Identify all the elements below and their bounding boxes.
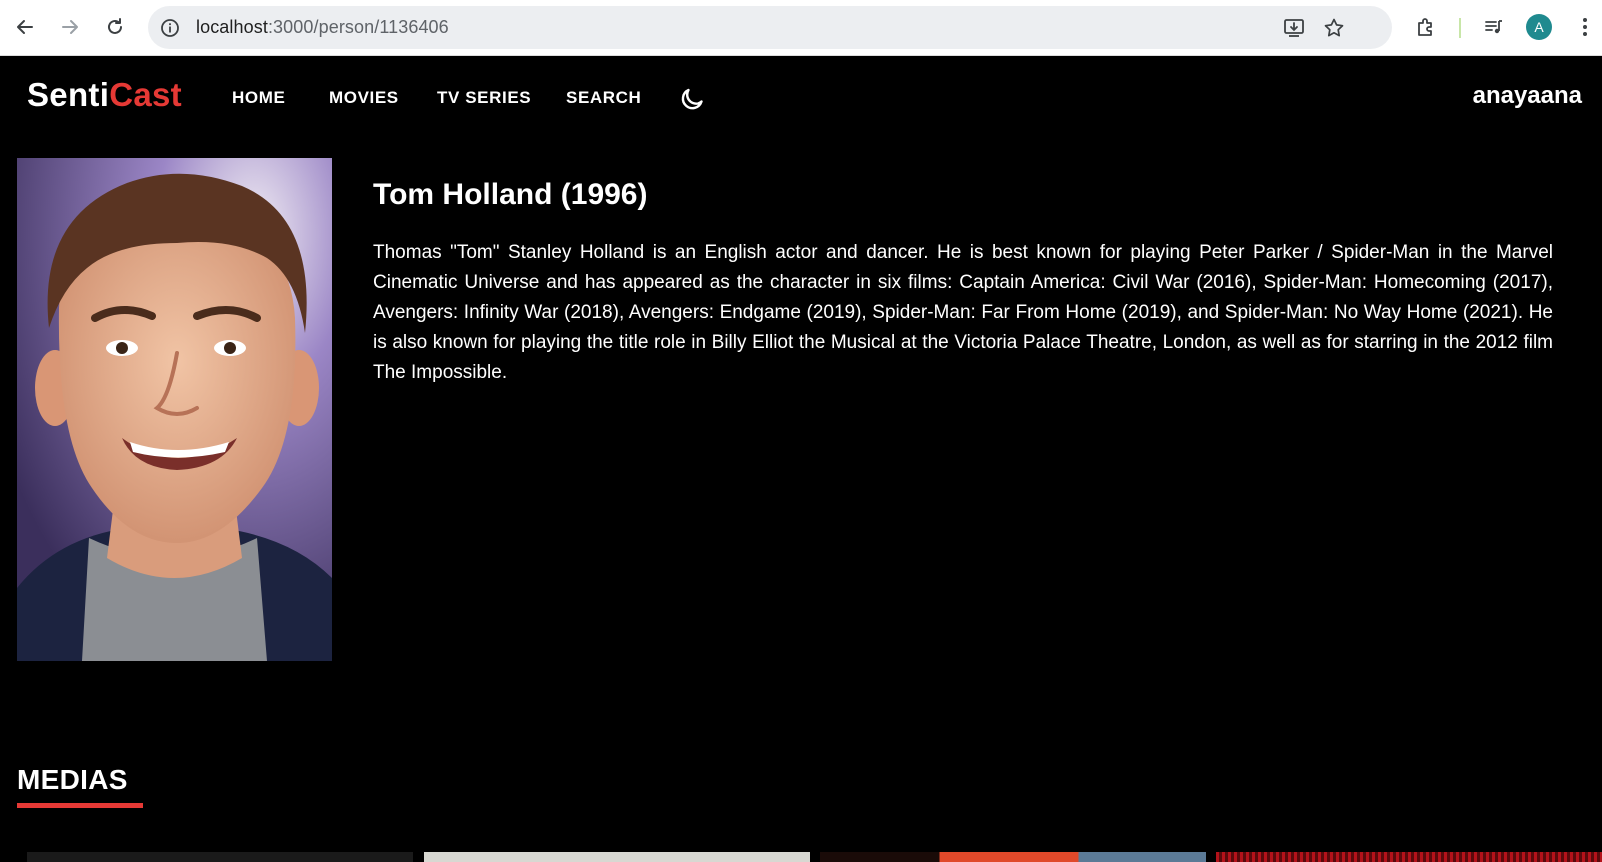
media-card[interactable] xyxy=(820,852,1206,862)
nav-search[interactable]: SEARCH xyxy=(566,88,641,108)
install-app-icon[interactable] xyxy=(1282,16,1306,40)
media-card[interactable] xyxy=(1216,852,1602,862)
kebab-menu-icon[interactable] xyxy=(1570,12,1600,42)
url-host: localhost xyxy=(196,17,268,37)
nav-tv-series[interactable]: TV SERIES xyxy=(437,88,531,108)
nav-movies[interactable]: MOVIES xyxy=(329,88,399,108)
site-logo[interactable]: SentiCast xyxy=(27,76,182,114)
back-arrow-icon[interactable] xyxy=(10,12,40,42)
person-title: Tom Holland (1996) xyxy=(373,178,648,211)
url-text[interactable]: localhost:3000/person/1136406 xyxy=(196,17,449,38)
moon-icon[interactable] xyxy=(678,84,706,112)
reload-icon[interactable] xyxy=(100,12,130,42)
media-controls-icon[interactable] xyxy=(1479,12,1509,42)
media-carousel xyxy=(0,852,1602,862)
site-header: SentiCast HOME MOVIES TV SERIES SEARCH a… xyxy=(0,56,1602,136)
toolbar-divider xyxy=(1459,18,1461,38)
browser-toolbar: localhost:3000/person/1136406 A xyxy=(0,0,1602,56)
username[interactable]: anayaana xyxy=(1473,82,1582,110)
forward-arrow-icon[interactable] xyxy=(55,12,85,42)
logo-text-cast: Cast xyxy=(109,76,182,113)
bookmark-star-icon[interactable] xyxy=(1322,16,1346,40)
media-card[interactable] xyxy=(424,852,810,862)
logo-text-senti: Senti xyxy=(27,76,110,113)
url-path: :3000/person/1136406 xyxy=(267,17,449,37)
extensions-puzzle-icon[interactable] xyxy=(1411,12,1441,42)
medias-heading: MEDIAS xyxy=(17,764,128,795)
person-photo xyxy=(17,158,332,661)
profile-avatar[interactable]: A xyxy=(1526,14,1552,40)
media-card[interactable] xyxy=(27,852,413,862)
address-bar[interactable]: localhost:3000/person/1136406 xyxy=(148,6,1392,49)
site-info-icon[interactable] xyxy=(158,16,182,40)
medias-heading-underline xyxy=(17,803,143,808)
person-biography: Thomas "Tom" Stanley Holland is an Engli… xyxy=(373,242,1553,383)
nav-home[interactable]: HOME xyxy=(232,88,285,108)
